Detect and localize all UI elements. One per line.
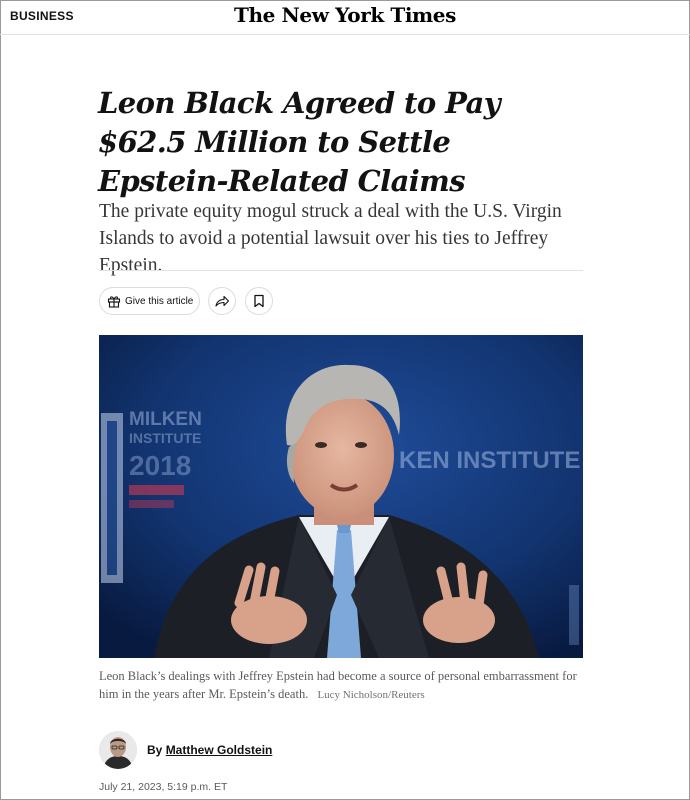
- backdrop-sign-line2: INSTITUTE: [129, 430, 201, 446]
- photo-caption: Leon Black’s dealings with Jeffrey Epste…: [99, 667, 583, 704]
- nyt-logo[interactable]: The New York Times: [0, 3, 690, 27]
- photo-leon-black: MILKEN INSTITUTE 2018 KEN INSTITUTE: [99, 335, 583, 658]
- backdrop-sign-year: 2018: [129, 450, 191, 481]
- author-avatar[interactable]: [99, 731, 137, 769]
- backdrop-sign-line1: MILKEN: [129, 409, 202, 430]
- share-button[interactable]: [208, 287, 236, 315]
- byline-text: By Matthew Goldstein: [147, 743, 272, 757]
- article-summary: The private equity mogul struck a deal w…: [99, 201, 562, 276]
- byline-prefix: By: [147, 743, 163, 757]
- save-button[interactable]: [245, 287, 273, 315]
- masthead: BUSINESS The New York Times: [0, 0, 690, 35]
- author-link[interactable]: Matthew Goldstein: [166, 743, 273, 757]
- article-headline: Leon Black Agreed to Pay $62.5 Million t…: [98, 86, 501, 198]
- divider: [99, 270, 583, 271]
- bookmark-icon: [253, 294, 265, 308]
- photo-credit: Lucy Nicholson/Reuters: [317, 689, 425, 701]
- article-photo: MILKEN INSTITUTE 2018 KEN INSTITUTE: [99, 335, 583, 658]
- give-article-label: Give this article: [125, 295, 194, 307]
- publish-timestamp: July 21, 2023, 5:19 p.m. ET: [99, 781, 228, 793]
- backdrop-sign-right: KEN INSTITUTE: [399, 447, 580, 474]
- gift-icon: [107, 294, 121, 308]
- give-article-button[interactable]: Give this article: [99, 287, 200, 315]
- share-icon: [214, 294, 230, 308]
